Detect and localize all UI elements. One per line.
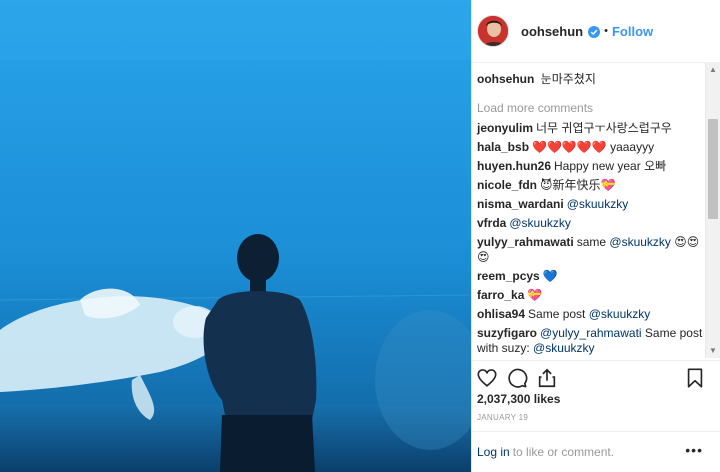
comment-text: 💙 (542, 269, 558, 283)
comment-username[interactable]: jeonyulim (477, 121, 533, 135)
post-caption: oohsehun 눈마주쳤지 (477, 72, 703, 87)
comment-username[interactable]: suzyfigaro (477, 326, 537, 340)
comment-text: 😈新年快乐💝 (540, 178, 616, 192)
share-icon[interactable] (536, 367, 558, 389)
comments-scrollbar[interactable]: ▲ ▼ (705, 63, 720, 358)
comment-mention[interactable]: @skuukzky (609, 235, 671, 249)
comment-username[interactable]: yulyy_rahmawati (477, 235, 574, 249)
comment-mention[interactable]: @skuukzky (589, 307, 651, 321)
comment-item: farro_ka 💝 (477, 288, 703, 303)
post-header: oohsehun • Follow (472, 0, 720, 63)
likes-count[interactable]: 2,037,300 likes (477, 392, 560, 406)
comment-item: vfrda @skuukzky (477, 216, 703, 231)
comment-username[interactable]: huyen.hun26 (477, 159, 551, 173)
comments-list[interactable]: oohsehun 눈마주쳤지 Load more comments jeonyu… (472, 63, 720, 358)
comment-text: same (576, 235, 607, 249)
heart-icon[interactable] (476, 367, 498, 389)
avatar[interactable] (477, 15, 509, 47)
comment-mention[interactable]: @skuukzky (533, 341, 595, 355)
bookmark-icon[interactable] (684, 367, 706, 389)
comment-item: huyen.hun26 Happy new year 오빠 (477, 159, 703, 174)
caption-text: 눈마주쳤지 (540, 72, 596, 86)
comment-mention[interactable]: @skuukzky (509, 216, 571, 230)
comment-item: hala_bsb ❤️❤️❤️❤️❤️ yaaayyy (477, 140, 703, 155)
load-more-comments[interactable]: Load more comments (477, 101, 703, 115)
scroll-down-icon[interactable]: ▼ (706, 344, 720, 358)
comment-footer: Log in to like or comment. ••• (472, 431, 720, 472)
comment-username[interactable]: hala_bsb (477, 140, 529, 154)
comment-icon[interactable] (506, 367, 528, 389)
login-prompt-text: to like or comment. (512, 445, 615, 459)
comment-item: ohlisa94 Same post @skuukzky (477, 307, 703, 322)
comment-text: 💝 (527, 288, 543, 302)
login-link[interactable]: Log in (477, 445, 510, 459)
comment-username[interactable]: farro_ka (477, 288, 524, 302)
follow-button[interactable]: Follow (612, 24, 653, 39)
scrollbar-thumb[interactable] (708, 119, 718, 219)
comment-item: nicole_fdn 😈新年快乐💝 (477, 178, 703, 193)
aquarium-image (0, 0, 471, 472)
comment-text: ❤️❤️❤️❤️❤️ yaaayyy (532, 140, 655, 154)
verified-icon (588, 25, 601, 38)
comment-item: jeonyulim 너무 귀엽구ㅜ사랑스럽구우 (477, 121, 703, 136)
comment-mention[interactable]: @skuukzky (567, 197, 629, 211)
comment-text: Same post (528, 307, 586, 321)
comment-username[interactable]: ohlisa94 (477, 307, 525, 321)
separator-dot: • (604, 25, 608, 37)
more-options-icon[interactable]: ••• (685, 442, 703, 458)
comment-text: Happy new year 오빠 (554, 159, 667, 173)
comment-username[interactable]: vfrda (477, 216, 506, 230)
comment-username[interactable]: reem_pcys (477, 269, 540, 283)
post-date[interactable]: JANUARY 19 (477, 413, 528, 422)
comment-mention[interactable]: @yulyy_rahmawati (540, 326, 642, 340)
caption-username[interactable]: oohsehun (477, 72, 534, 86)
scroll-up-icon[interactable]: ▲ (706, 63, 720, 77)
comment-item: reem_pcys 💙 (477, 269, 703, 284)
post-photo[interactable] (0, 0, 471, 472)
comment-item: suzyfigaro @yulyy_rahmawati Same post wit… (477, 326, 703, 356)
username[interactable]: oohsehun (521, 24, 583, 39)
post-panel: oohsehun • Follow oohsehun 눈마주쳤지 Load mo… (471, 0, 720, 472)
comment-username[interactable]: nicole_fdn (477, 178, 537, 192)
comment-item: nisma_wardani @skuukzky (477, 197, 703, 212)
comment-text: 너무 귀엽구ㅜ사랑스럽구우 (536, 121, 672, 135)
comment-username[interactable]: nisma_wardani (477, 197, 564, 211)
action-bar (472, 360, 720, 392)
comment-item: yulyy_rahmawati same @skuukzky 😍😍😍 (477, 235, 703, 265)
